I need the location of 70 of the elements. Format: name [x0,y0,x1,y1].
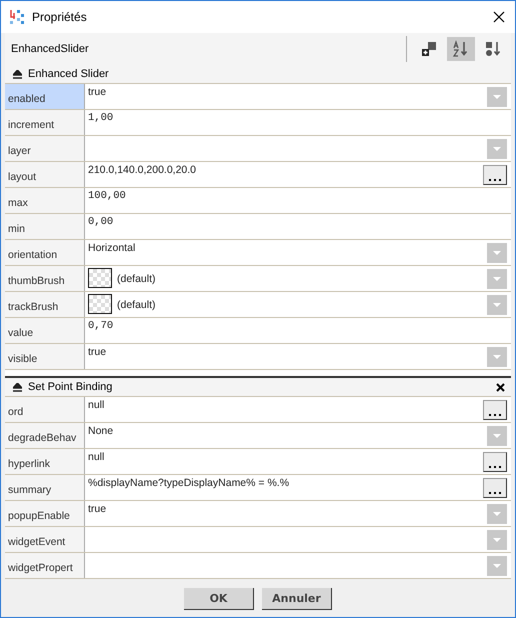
caret-down-icon [493,277,501,281]
property-value[interactable]: 210.0,140.0,200.0,20.0 [88,164,196,176]
caret-down-icon [493,355,501,359]
property-name[interactable]: enabled [5,84,85,109]
property-value[interactable]: 0,00 [88,216,114,228]
close-icon[interactable] [496,382,505,392]
window-title: Propriétés [32,10,87,24]
add-squares-icon [420,40,438,58]
sort-alphabetical-icon [452,40,470,58]
property-value[interactable]: None [88,425,114,437]
ok-button[interactable]: OK [184,588,254,610]
collapse-icon[interactable] [13,70,22,78]
caret-down-icon [493,147,501,151]
app-icon [9,9,25,25]
sort-alphabetical-button[interactable] [447,37,475,61]
caret-down-icon [493,303,501,307]
property-value[interactable]: (default) [117,298,156,310]
property-value[interactable]: Horizontal [88,242,136,254]
property-name[interactable]: hyperlink [5,449,85,474]
property-name[interactable]: thumbBrush [5,266,85,291]
caret-down-icon [493,251,501,255]
property-value[interactable]: true [88,503,106,515]
property-value[interactable]: true [88,86,106,98]
property-name[interactable]: widgetPropert [5,553,85,578]
property-name[interactable]: summary [5,475,85,500]
close-icon[interactable] [493,11,505,23]
caret-down-icon [493,512,501,516]
property-name[interactable]: min [5,214,85,239]
browse-button[interactable] [483,452,507,472]
collapse-icon[interactable] [13,382,22,392]
ellipsis-icon [489,466,501,469]
transparent-swatch[interactable] [88,268,112,288]
section-title: Set Point Binding [28,381,112,393]
ellipsis-icon [489,179,501,182]
property-name[interactable]: orientation [5,240,85,265]
cancel-button[interactable]: Annuler [262,588,332,610]
property-value[interactable]: null [88,399,104,411]
property-name[interactable]: popupEnable [5,501,85,526]
section-header[interactable]: Enhanced Slider [5,65,511,84]
transparent-swatch[interactable] [88,294,112,314]
caret-down-icon [493,95,501,99]
browse-button[interactable] [483,165,507,185]
caret-down-icon [493,564,501,568]
section-header[interactable]: Set Point Binding [5,376,511,397]
caret-down-icon [493,538,501,542]
property-value[interactable]: true [88,346,106,358]
property-name[interactable]: layout [5,162,85,187]
property-name[interactable]: increment [5,110,85,135]
browse-button[interactable] [483,400,507,420]
property-name[interactable]: max [5,188,85,213]
property-value[interactable]: (default) [117,272,156,284]
ellipsis-icon [489,492,501,495]
property-name[interactable]: value [5,318,85,343]
property-name[interactable]: trackBrush [5,292,85,317]
property-value[interactable]: null [88,451,104,463]
ellipsis-icon [489,414,501,417]
property-name[interactable]: visible [5,344,85,369]
property-name[interactable]: ord [5,397,85,422]
caret-down-icon [493,434,501,438]
browse-button[interactable] [483,478,507,498]
property-value[interactable]: 100,00 [88,190,126,202]
sort-shapes-icon [484,40,502,58]
property-value[interactable]: 0,70 [88,320,114,332]
property-name[interactable]: degradeBehav [5,423,85,448]
property-value[interactable]: 1,00 [88,112,114,124]
property-name[interactable]: widgetEvent [5,527,85,552]
property-name[interactable]: layer [5,136,85,161]
section-title: Enhanced Slider [28,68,109,80]
property-value[interactable]: %displayName?typeDisplayName% = %.% [88,477,290,489]
object-name: EnhancedSlider [11,43,89,55]
